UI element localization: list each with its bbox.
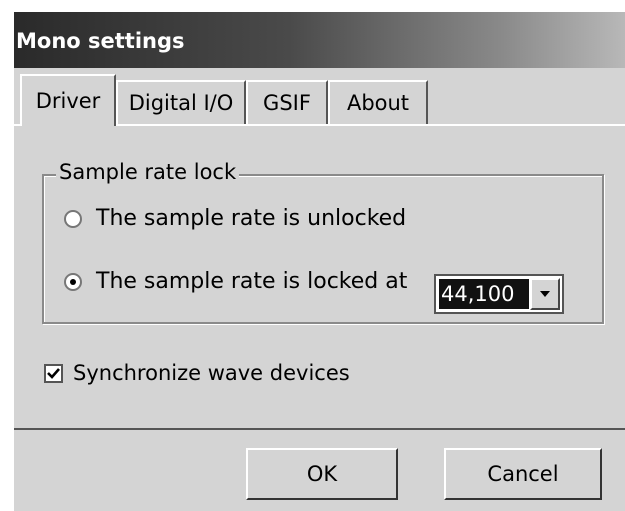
tab-label: About (346, 91, 410, 115)
sample-rate-value: 44,100 (439, 279, 529, 309)
locked-option[interactable]: The sample rate is locked at (64, 269, 407, 294)
tab-gsif[interactable]: GSIF (246, 80, 328, 124)
dropdown-button[interactable] (530, 278, 560, 310)
settings-dialog: Mono settings Driver Digital I/O GSIF Ab… (14, 12, 625, 511)
sample-rate-select[interactable]: 44,100 (434, 274, 564, 314)
title-bar[interactable]: Mono settings (14, 12, 625, 68)
tab-label: GSIF (263, 91, 311, 115)
sync-wave-label: Synchronize wave devices (73, 361, 350, 385)
ok-label: OK (306, 462, 338, 486)
unlocked-radio[interactable] (64, 209, 82, 228)
sync-wave-devices-option[interactable]: Synchronize wave devices (44, 361, 350, 385)
locked-radio[interactable] (64, 272, 82, 291)
tab-driver[interactable]: Driver (20, 74, 116, 126)
checkmark-icon (47, 367, 60, 379)
cancel-label: Cancel (487, 462, 559, 486)
sync-wave-checkbox[interactable] (44, 363, 63, 383)
sample-rate-lock-group: Sample rate lock The sample rate is unlo… (42, 160, 604, 324)
unlocked-option[interactable]: The sample rate is unlocked (64, 206, 406, 231)
window-title: Mono settings (16, 29, 185, 53)
chevron-down-icon (540, 291, 550, 297)
cancel-button[interactable]: Cancel (444, 448, 602, 500)
locked-label: The sample rate is locked at (96, 269, 408, 294)
tab-label: Digital I/O (128, 91, 234, 115)
unlocked-label: The sample rate is unlocked (96, 206, 407, 231)
tab-digital-io[interactable]: Digital I/O (116, 80, 246, 124)
tab-about[interactable]: About (328, 80, 428, 124)
ok-button[interactable]: OK (246, 448, 398, 500)
driver-tab-panel: Sample rate lock The sample rate is unlo… (14, 124, 625, 430)
tab-label: Driver (35, 89, 101, 113)
group-legend: Sample rate lock (56, 160, 240, 184)
